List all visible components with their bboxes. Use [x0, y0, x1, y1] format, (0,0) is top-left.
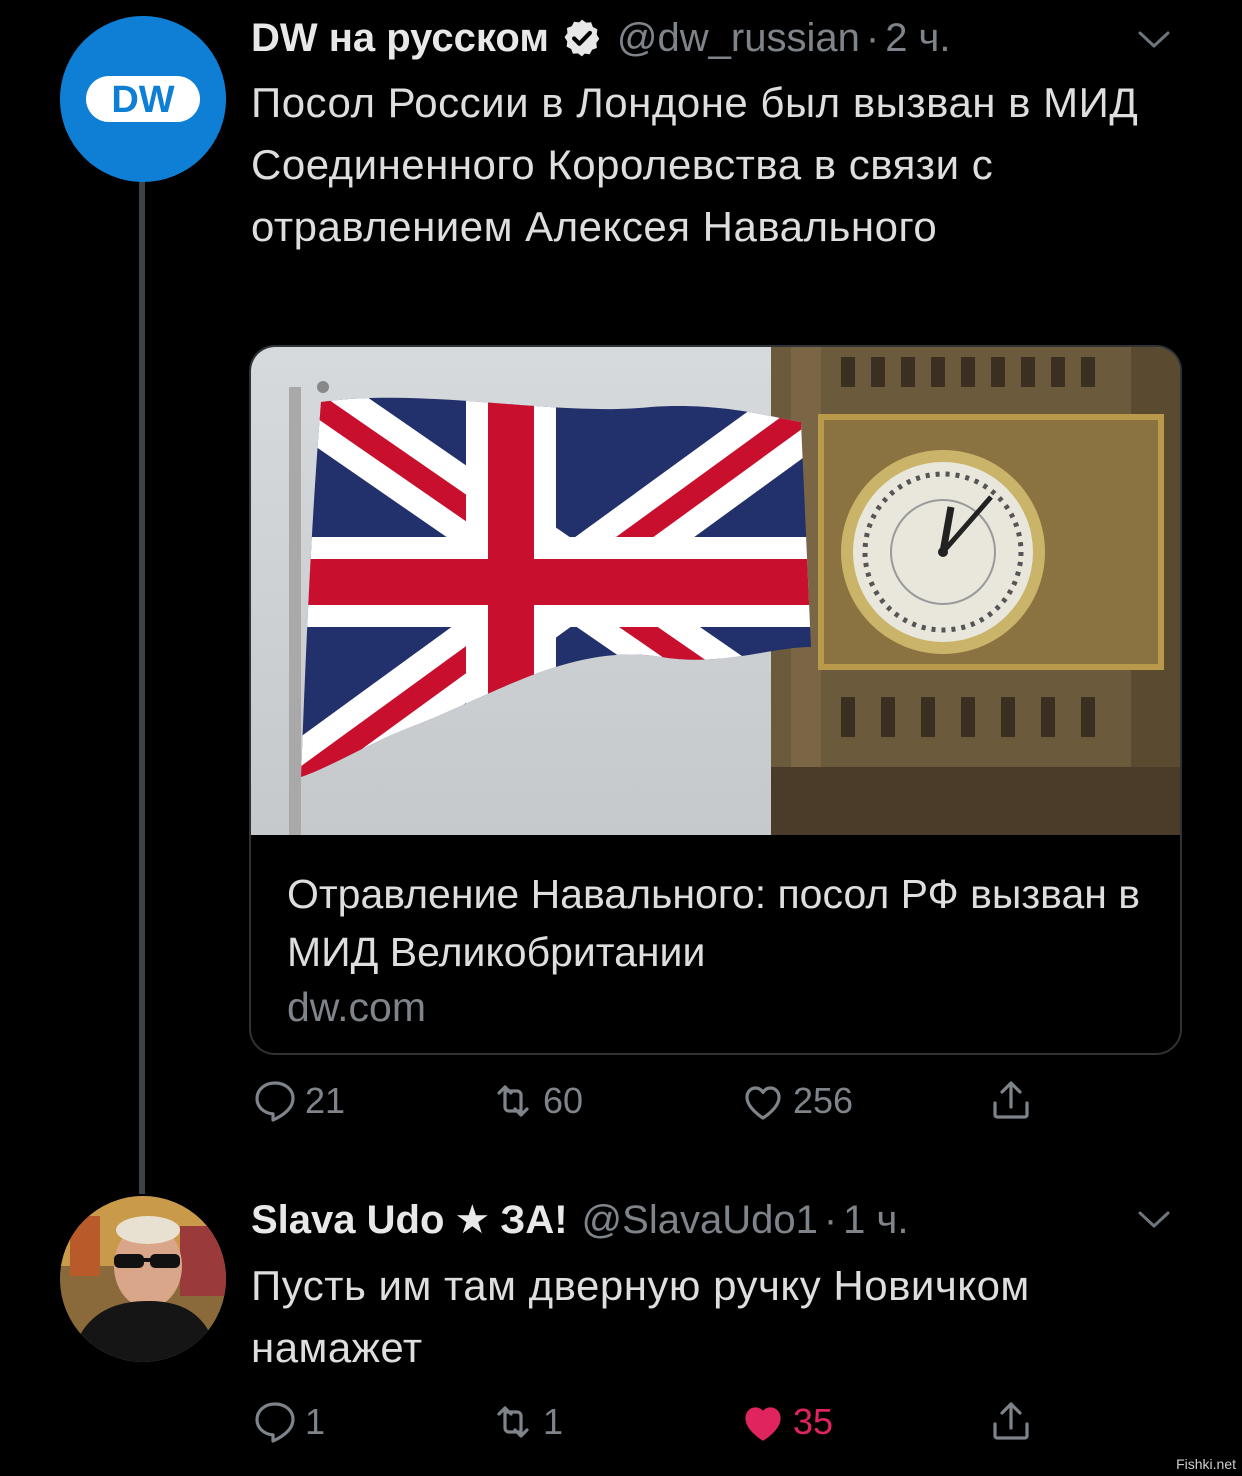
- chevron-down-icon[interactable]: [1136, 28, 1172, 52]
- tweet-actions: 1 1 35: [251, 1398, 1151, 1458]
- like-count: 35: [793, 1401, 834, 1442]
- card-domain: dw.com: [287, 984, 426, 1030]
- author-handle[interactable]: @dw_russian: [617, 14, 860, 62]
- tweet-header: Slava Udo ★ ЗА! @SlavaUdo1 · 1 ч.: [251, 1196, 908, 1244]
- flag-and-clock-tower-image: [251, 347, 1180, 835]
- tweet-text: Пусть им там дверную ручку Новичком нама…: [251, 1262, 1030, 1371]
- dw-logo: DW: [60, 16, 226, 182]
- share-icon: [993, 1402, 1029, 1440]
- like-icon: [745, 1407, 781, 1441]
- like-icon: [745, 1086, 781, 1120]
- reply-icon: [255, 1402, 295, 1443]
- author-name[interactable]: Slava Udo: [251, 1196, 444, 1244]
- tweet-header: DW на русском @dw_russian · 2 ч.: [251, 14, 951, 62]
- reply-count: 1: [305, 1401, 326, 1442]
- separator-dot: ·: [865, 16, 880, 60]
- retweet-button[interactable]: 60: [489, 1077, 583, 1125]
- card-title[interactable]: Отравление Навального: посол РФ вызван в…: [287, 865, 1147, 981]
- retweet-count: 60: [543, 1080, 584, 1121]
- reply-count: 21: [305, 1080, 346, 1121]
- retweet-icon: [497, 1085, 529, 1117]
- reply-button[interactable]: 21: [251, 1077, 345, 1125]
- tweet-actions: 21 60 256: [251, 1077, 1151, 1137]
- author-name[interactable]: DW на русском: [251, 14, 549, 62]
- avatar-dw[interactable]: DW: [60, 16, 226, 182]
- retweet-count: 1: [543, 1401, 564, 1442]
- like-button[interactable]: 256: [739, 1077, 853, 1125]
- card-image: [251, 347, 1180, 835]
- thread-connector-line: [139, 182, 145, 1194]
- profile-photo: [60, 1196, 226, 1362]
- reply-button[interactable]: 1: [251, 1398, 325, 1446]
- watermark: Fishki.net: [1176, 1456, 1236, 1472]
- link-card[interactable]: Отравление Навального: посол РФ вызван в…: [249, 345, 1182, 1055]
- retweet-button[interactable]: 1: [489, 1398, 563, 1446]
- avatar-slava-udo[interactable]: [60, 1196, 226, 1362]
- tweet-time[interactable]: 1 ч.: [843, 1196, 908, 1244]
- share-icon: [993, 1081, 1029, 1119]
- reply-icon: [255, 1081, 295, 1122]
- chevron-down-icon[interactable]: [1136, 1208, 1172, 1232]
- author-handle[interactable]: @SlavaUdo1: [582, 1196, 818, 1244]
- share-button[interactable]: [987, 1077, 1041, 1125]
- like-button[interactable]: 35: [739, 1398, 833, 1446]
- tweet-text: Посол России в Лондоне был вызван в МИД …: [251, 79, 1139, 250]
- verified-icon: [564, 19, 600, 57]
- retweet-icon: [497, 1406, 529, 1438]
- like-count: 256: [793, 1080, 854, 1121]
- share-button[interactable]: [987, 1398, 1041, 1446]
- separator-dot: ·: [823, 1198, 838, 1242]
- star-icon: ★: [454, 1198, 491, 1242]
- svg-text:DW: DW: [111, 79, 174, 121]
- author-name-suffix[interactable]: ЗА!: [500, 1196, 567, 1244]
- tweet-time[interactable]: 2 ч.: [885, 14, 950, 62]
